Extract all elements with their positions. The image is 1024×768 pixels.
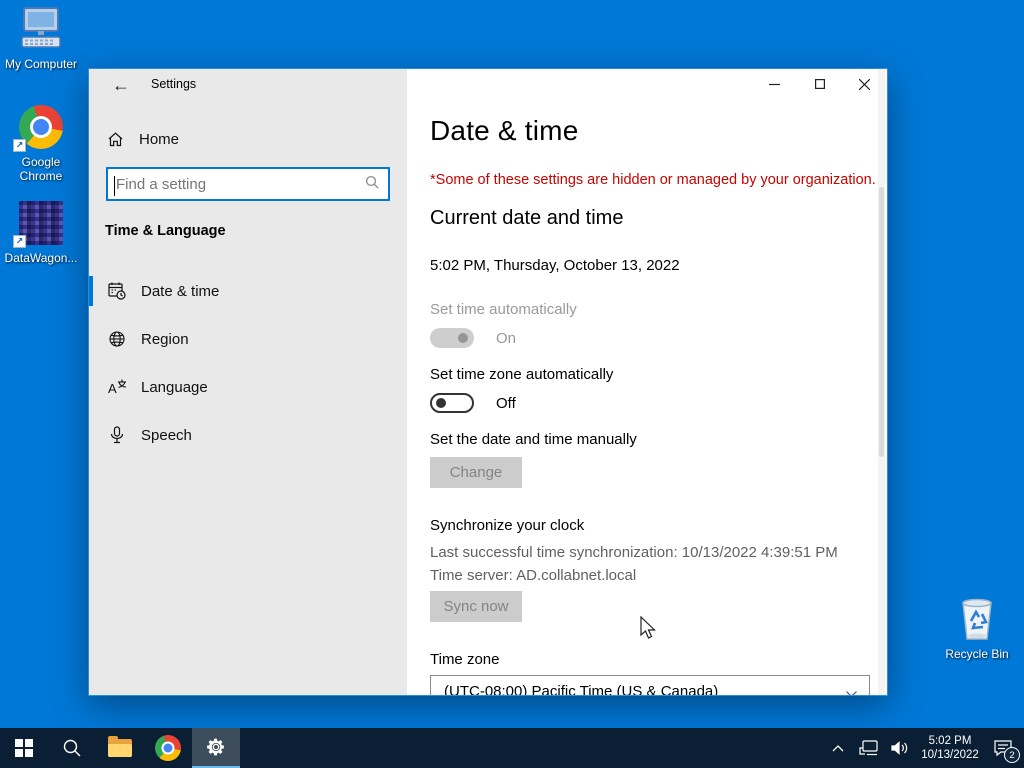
desktop-icon-label: DataWagon... <box>4 251 78 265</box>
language-icon: A <box>107 377 127 397</box>
windows-logo-icon <box>15 739 33 757</box>
set-time-zone-toggle[interactable] <box>430 393 474 413</box>
sidebar-item-label: Home <box>139 130 180 148</box>
notification-badge: 2 <box>1004 747 1020 763</box>
desktop-icon-label: Google Chrome <box>19 155 63 183</box>
volume-icon[interactable] <box>888 728 912 768</box>
set-time-automatically-state: On <box>496 330 517 347</box>
search-icon <box>63 739 81 757</box>
settings-window: ← Settings Home Time & Language <box>88 68 888 696</box>
taskbar: 5:02 PM 10/13/2022 2 <box>0 728 1024 768</box>
time-zone-label: Time zone <box>430 651 500 668</box>
managed-by-organization-notice: *Some of these settings are hidden or ma… <box>430 172 876 188</box>
desktop-icon-datawagon[interactable]: ↗ DataWagon... <box>0 200 82 265</box>
vertical-scrollbar[interactable] <box>878 69 885 695</box>
search-icon <box>365 175 379 194</box>
last-sync-text: Last successful time synchronization: 10… <box>430 544 838 561</box>
page-title: Date & time <box>430 115 579 146</box>
action-center-button[interactable]: 2 <box>988 728 1020 768</box>
datawagon-icon: ↗ <box>13 200 67 248</box>
time-zone-dropdown[interactable]: (UTC-08:00) Pacific Time (US & Canada) <box>430 675 870 695</box>
change-button[interactable]: Change <box>430 457 522 488</box>
network-icon[interactable] <box>857 728 881 768</box>
sidebar-item-label: Language <box>141 378 208 396</box>
desktop-icon-label: Recycle Bin <box>945 647 1009 661</box>
taskbar-search-button[interactable] <box>48 728 96 768</box>
settings-main-pane: Date & time *Some of these settings are … <box>407 69 887 695</box>
shortcut-arrow-icon: ↗ <box>13 139 26 152</box>
svg-text:A: A <box>108 381 117 396</box>
back-button[interactable]: ← <box>105 72 137 98</box>
set-time-zone-state: Off <box>496 395 516 412</box>
chrome-icon: ↗ <box>13 104 67 152</box>
sidebar-item-home[interactable]: Home <box>105 127 179 151</box>
gear-icon <box>207 738 224 756</box>
desktop-icon-google-chrome[interactable]: ↗ Google Chrome <box>0 104 82 183</box>
time-server-text: Time server: AD.collabnet.local <box>430 567 637 584</box>
desktop-icon-label: My Computer <box>4 57 78 71</box>
sidebar-item-date-time[interactable]: Date & time <box>89 273 407 309</box>
settings-search-box[interactable] <box>106 167 390 201</box>
globe-icon <box>107 329 127 349</box>
taskbar-clock[interactable]: 5:02 PM 10/13/2022 <box>919 734 981 762</box>
calendar-clock-icon <box>107 281 127 301</box>
home-icon <box>105 129 125 149</box>
chrome-icon <box>155 735 181 761</box>
settings-sidebar: ← Settings Home Time & Language <box>89 69 407 695</box>
my-computer-icon <box>15 6 67 52</box>
sidebar-item-label: Speech <box>141 426 192 444</box>
folder-icon <box>108 736 132 757</box>
set-time-automatically-label: Set time automatically <box>430 301 577 318</box>
sync-now-button[interactable]: Sync now <box>430 591 522 622</box>
taskbar-file-explorer-button[interactable] <box>96 728 144 768</box>
taskbar-settings-button[interactable] <box>192 728 240 768</box>
search-input[interactable] <box>108 169 365 199</box>
set-manually-label: Set the date and time manually <box>430 431 637 448</box>
taskbar-chrome-button[interactable] <box>144 728 192 768</box>
start-button[interactable] <box>0 728 48 768</box>
sidebar-item-language[interactable]: A Language <box>89 369 407 405</box>
text-caret <box>114 176 115 196</box>
tray-time: 5:02 PM <box>928 735 972 747</box>
minimize-button[interactable] <box>752 69 797 99</box>
sidebar-section-title: Time & Language <box>105 223 226 239</box>
desktop-icon-my-computer[interactable]: My Computer <box>0 6 82 71</box>
tray-date: 10/13/2022 <box>921 749 979 761</box>
current-date-time-heading: Current date and time <box>430 207 624 229</box>
sidebar-item-label: Date & time <box>141 282 220 300</box>
window-title: Settings <box>151 77 197 91</box>
set-time-automatically-toggle[interactable] <box>430 328 474 348</box>
desktop-icon-recycle-bin[interactable]: Recycle Bin <box>936 596 1018 661</box>
tray-chevron-up-icon[interactable] <box>826 728 850 768</box>
shortcut-arrow-icon: ↗ <box>13 235 26 248</box>
current-date-time-value: 5:02 PM, Thursday, October 13, 2022 <box>430 257 680 274</box>
window-controls <box>752 69 887 99</box>
scrollbar-thumb[interactable] <box>879 187 884 457</box>
system-tray: 5:02 PM 10/13/2022 2 <box>826 728 1020 768</box>
recycle-bin-icon <box>951 596 1003 642</box>
set-time-zone-label: Set time zone automatically <box>430 366 614 383</box>
maximize-button[interactable] <box>797 69 842 99</box>
sidebar-item-label: Region <box>141 330 189 348</box>
sidebar-item-speech[interactable]: Speech <box>89 417 407 453</box>
sidebar-item-region[interactable]: Region <box>89 321 407 357</box>
chevron-down-icon <box>846 685 857 695</box>
microphone-icon <box>107 425 127 445</box>
synchronize-clock-heading: Synchronize your clock <box>430 517 585 534</box>
time-zone-value: (UTC-08:00) Pacific Time (US & Canada) <box>444 683 719 695</box>
